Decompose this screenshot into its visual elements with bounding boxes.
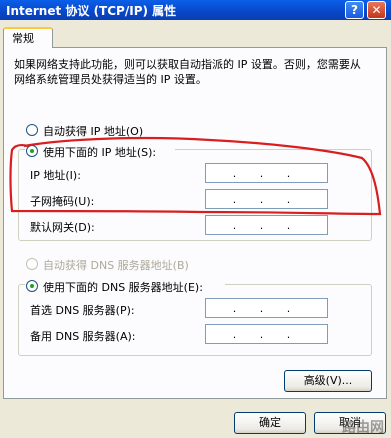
watermark: 路由网 [342,420,384,436]
advanced-button[interactable]: 高级(V)... [284,370,372,392]
subnet-mask-value: . . . [232,193,301,206]
manual-dns-label[interactable]: 使用下面的 DNS 服务器地址(E): [43,279,203,295]
preferred-dns-value: . . . [232,302,301,315]
help-icon: ? [351,3,358,17]
preferred-dns-label: 首选 DNS 服务器(P): [30,304,135,317]
ip-address-value: . . . [232,167,301,180]
window-title: Internet 协议 (TCP/IP) 属性 [6,4,177,18]
preferred-dns-input[interactable]: . . . [205,298,328,318]
auto-ip-radio[interactable] [26,124,38,136]
close-button[interactable]: ✕ [367,1,386,19]
alternate-dns-input[interactable]: . . . [205,324,328,344]
auto-dns-radio[interactable] [26,258,38,270]
ip-address-input[interactable]: . . . [205,163,328,183]
default-gateway-value: . . . [232,219,301,232]
alternate-dns-label: 备用 DNS 服务器(A): [30,330,136,343]
manual-dns-radio[interactable] [26,280,38,292]
subnet-mask-label: 子网掩码(U): [30,195,95,208]
manual-ip-radio[interactable] [26,145,38,157]
close-icon: ✕ [371,3,382,17]
tab-label: 常规 [12,32,34,45]
title-bar: Internet 协议 (TCP/IP) 属性 [0,0,391,20]
ok-button[interactable]: 确定 [234,412,306,434]
default-gateway-input[interactable]: . . . [205,215,328,235]
subnet-mask-input[interactable]: . . . [205,189,328,209]
manual-ip-label[interactable]: 使用下面的 IP 地址(S): [43,144,156,160]
ip-address-label: IP 地址(I): [30,169,81,182]
tab-general[interactable]: 常规 [3,27,53,48]
auto-dns-label[interactable]: 自动获得 DNS 服务器地址(B) [43,257,189,273]
alternate-dns-value: . . . [232,328,301,341]
help-button[interactable]: ? [345,1,364,19]
default-gateway-label: 默认网关(D): [30,221,95,234]
description-text: 如果网络支持此功能，则可以获取自动指派的 IP 设置。否则，您需要从网络系统管理… [14,58,361,86]
auto-ip-label[interactable]: 自动获得 IP 地址(O) [43,123,143,139]
